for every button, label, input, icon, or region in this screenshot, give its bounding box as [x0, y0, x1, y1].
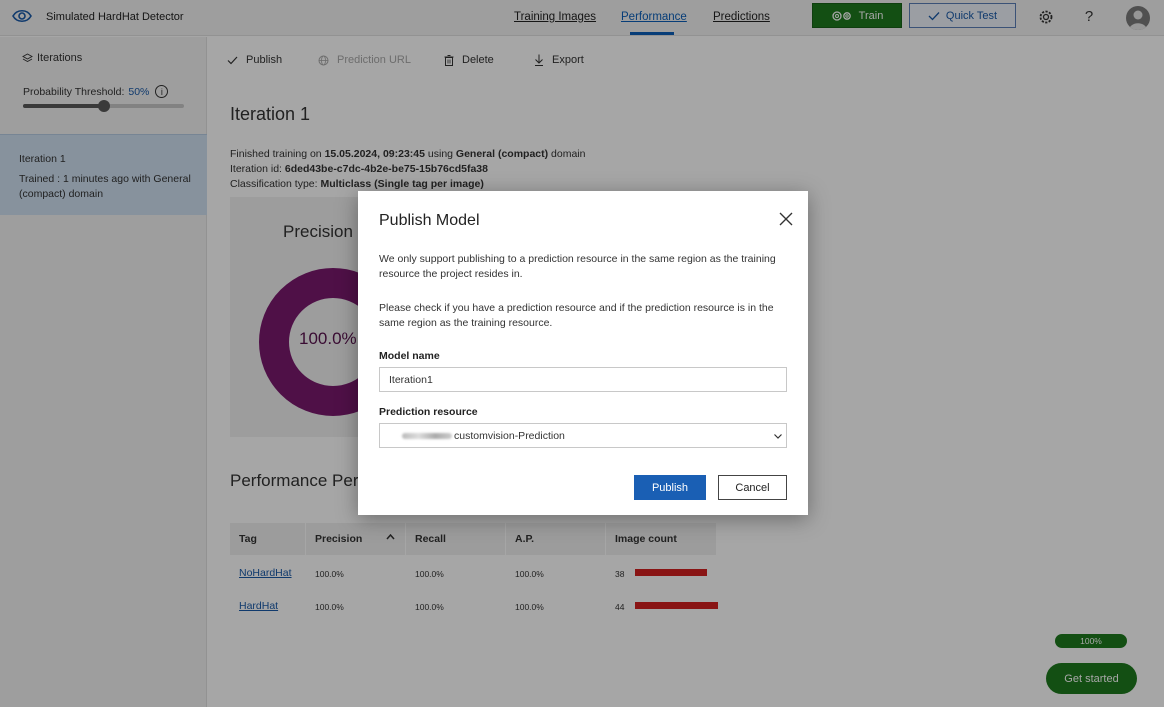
redacted-text: [402, 433, 452, 440]
cancel-button[interactable]: Cancel: [718, 475, 787, 500]
prediction-resource-label: Prediction resource: [379, 406, 478, 418]
chevron-down-icon: [774, 434, 782, 439]
model-name-input[interactable]: [379, 367, 787, 392]
dialog-title: Publish Model: [379, 212, 480, 229]
publish-model-dialog: Publish Model We only support publishing…: [358, 191, 808, 515]
model-name-label: Model name: [379, 350, 440, 362]
prediction-resource-value: customvision-Prediction: [454, 430, 565, 442]
close-icon[interactable]: [778, 211, 794, 227]
publish-button[interactable]: Publish: [634, 475, 706, 500]
prediction-resource-select[interactable]: customvision-Prediction: [379, 423, 787, 448]
dialog-paragraph-2: Please check if you have a prediction re…: [379, 302, 774, 329]
dialog-paragraph-1: We only support publishing to a predicti…: [379, 253, 776, 280]
